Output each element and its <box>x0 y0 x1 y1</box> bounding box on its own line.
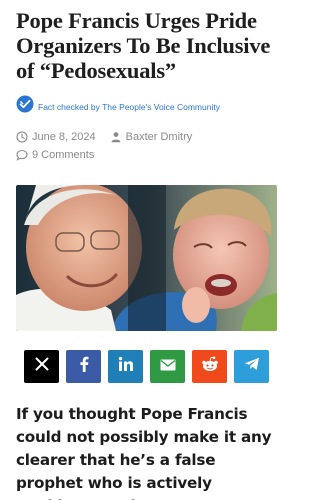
share-bar <box>16 350 277 383</box>
comment-icon <box>16 149 28 161</box>
fact-check-label[interactable]: Fact checked by The People's Voice Commu… <box>38 102 220 112</box>
article-title: Pope Francis Urges Pride Organizers To B… <box>16 8 271 83</box>
facebook-icon <box>78 356 90 377</box>
article-meta: June 8, 2024 Baxter Dmitry 9 Comments <box>16 129 277 163</box>
share-linkedin-button[interactable] <box>108 350 143 383</box>
publish-date: June 8, 2024 <box>32 131 96 143</box>
share-email-button[interactable] <box>150 350 185 383</box>
share-reddit-button[interactable] <box>192 350 227 383</box>
linkedin-icon <box>118 356 134 377</box>
user-icon <box>110 131 122 143</box>
fact-check-badge[interactable]: Fact checked by The People's Voice Commu… <box>16 95 277 113</box>
telegram-icon <box>244 357 260 376</box>
clock-icon <box>16 131 28 143</box>
article-page: Pope Francis Urges Pride Organizers To B… <box>0 0 293 500</box>
article-lede: If you thought Pope Francis could not po… <box>16 405 272 500</box>
comments-link[interactable]: 9 Comments <box>32 149 94 161</box>
reddit-icon <box>201 356 219 377</box>
author-name[interactable]: Baxter Dmitry <box>126 131 193 143</box>
share-facebook-button[interactable] <box>66 350 101 383</box>
verified-check-icon <box>16 95 34 113</box>
share-x-button[interactable] <box>24 350 59 383</box>
share-telegram-button[interactable] <box>234 350 269 383</box>
featured-image <box>16 185 277 331</box>
x-icon <box>35 357 49 376</box>
email-icon <box>160 358 176 376</box>
